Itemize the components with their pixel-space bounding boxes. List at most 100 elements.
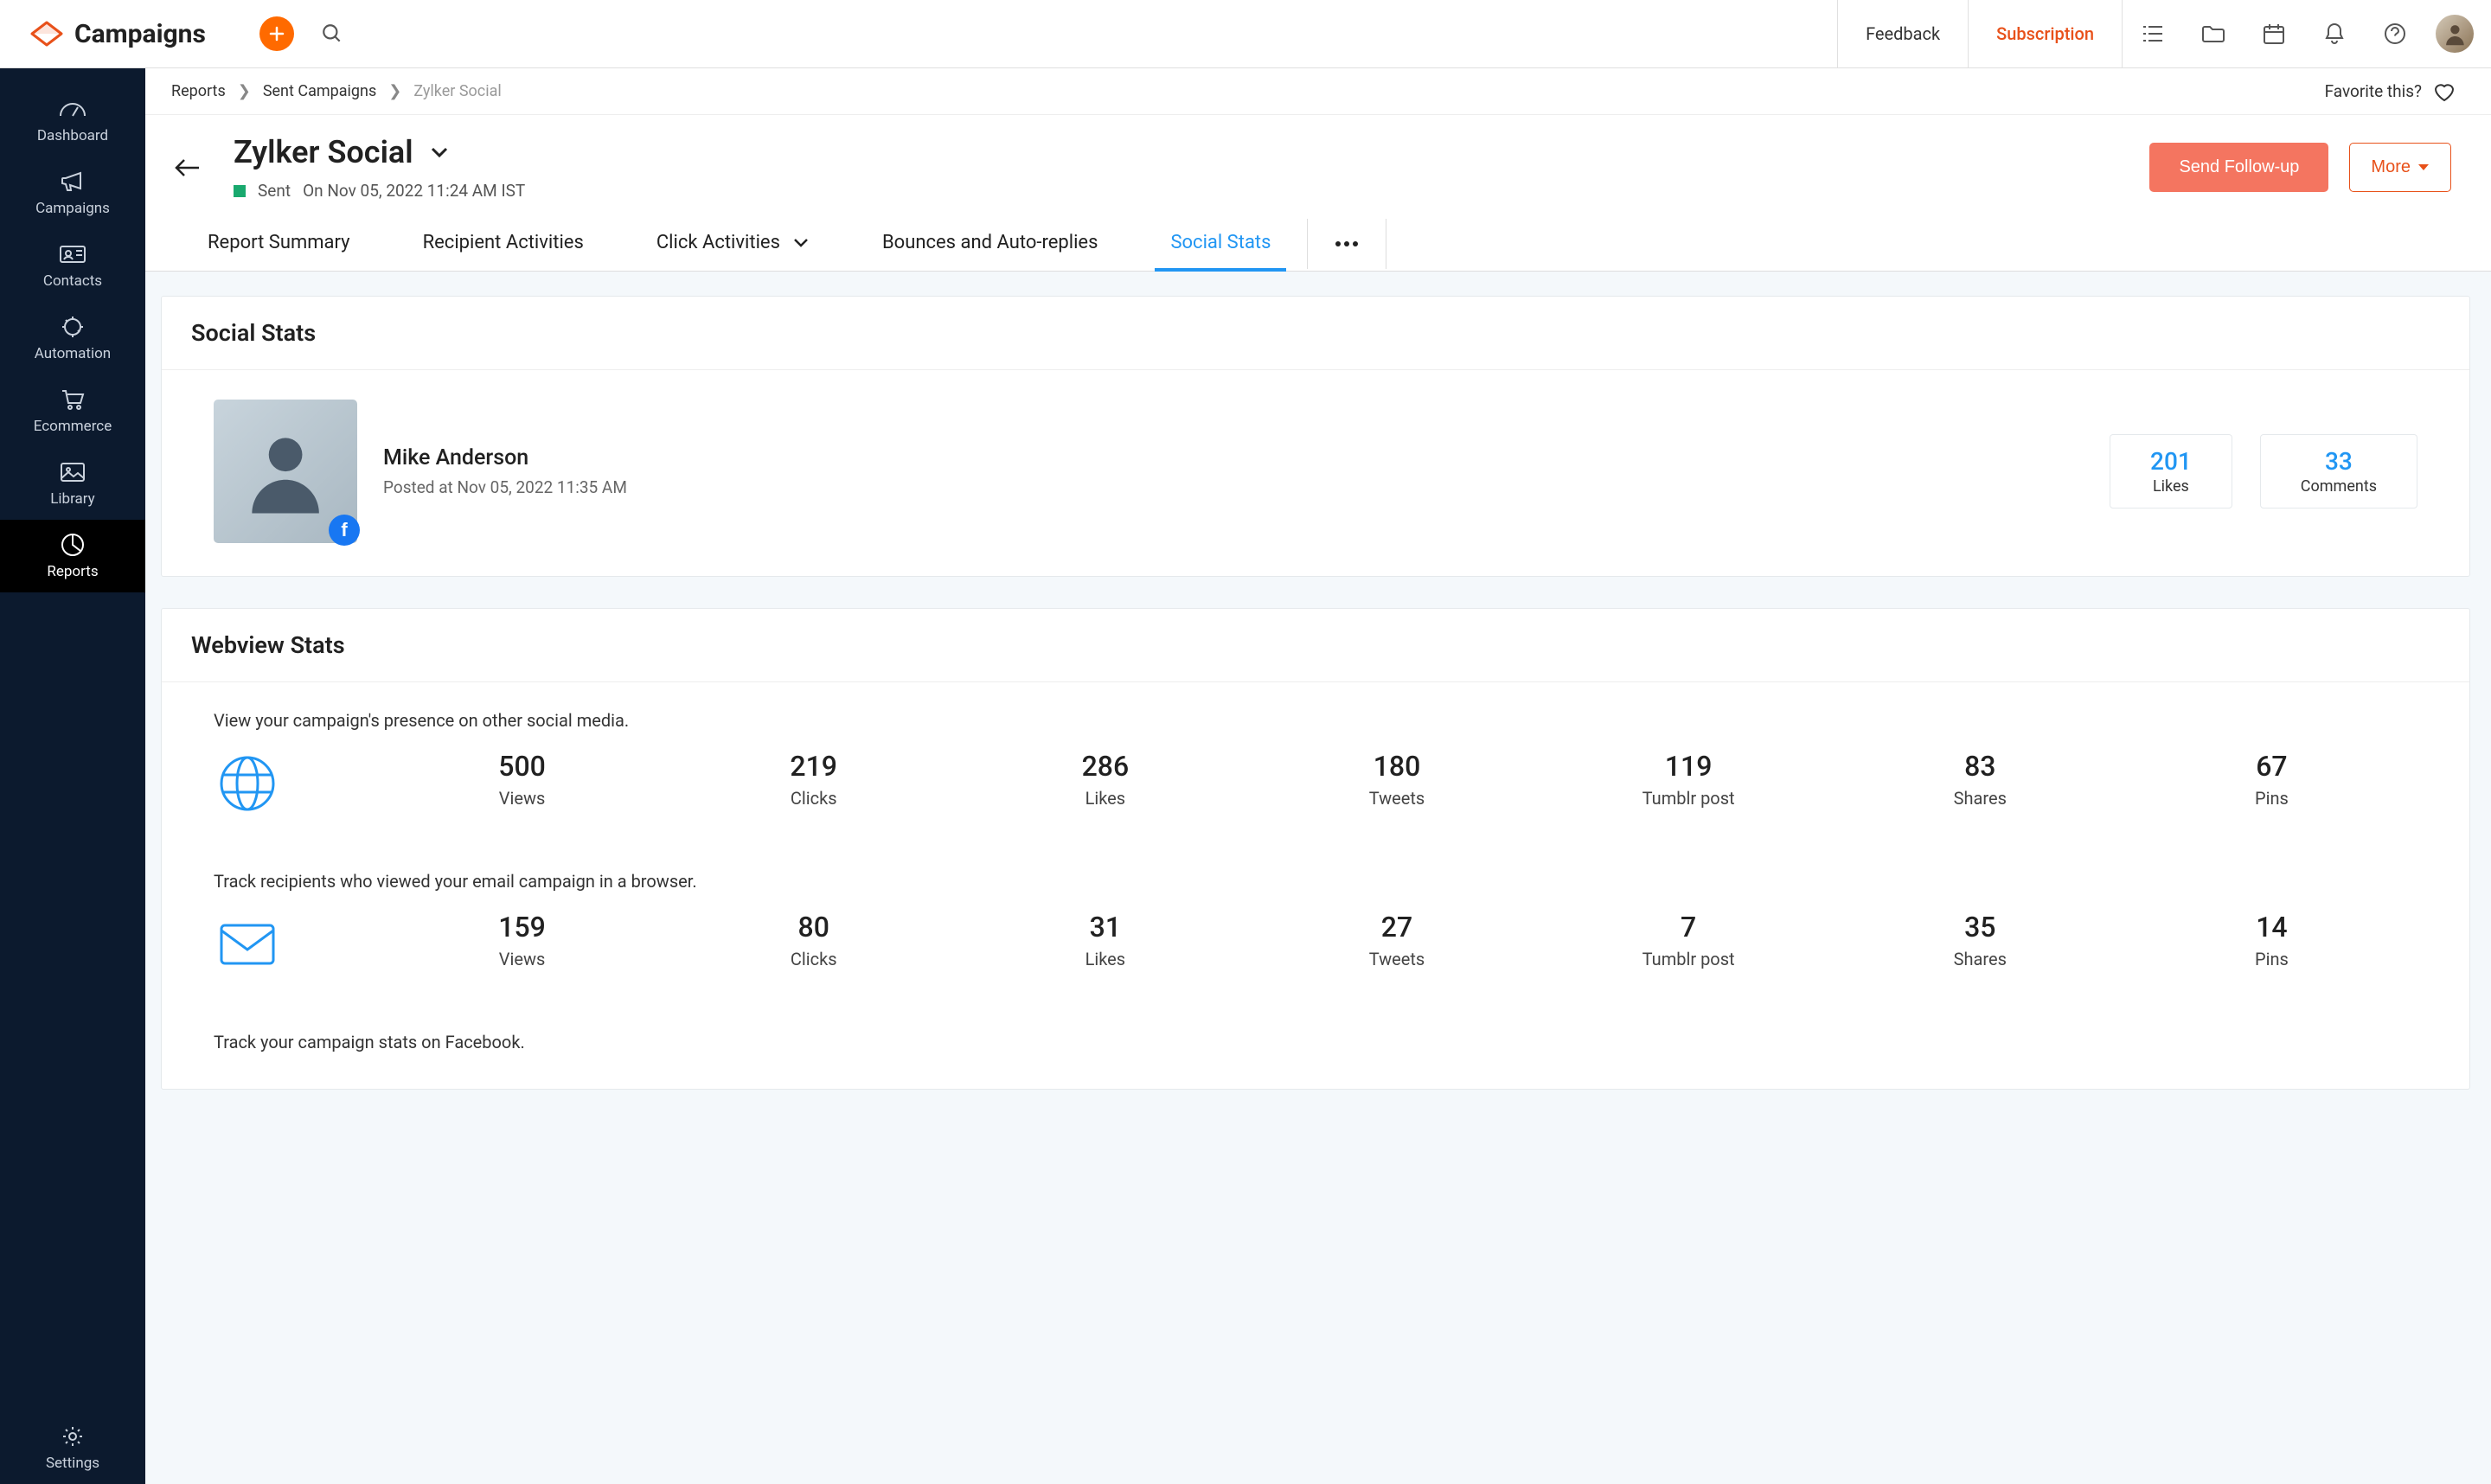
sent-time: On Nov 05, 2022 11:24 AM IST — [303, 181, 525, 201]
stat-value: 159 — [376, 911, 668, 943]
webview-row: 500Views219Clicks286Likes180Tweets119Tum… — [214, 750, 2417, 817]
favorite-label: Favorite this? — [2325, 81, 2422, 101]
webview-stats-card: Webview Stats View your campaign's prese… — [161, 608, 2470, 1090]
webview-row-desc: Track your campaign stats on Facebook. — [214, 1032, 2417, 1052]
stat-label: Pins — [2126, 949, 2417, 969]
webview-stat: 67 Pins — [2126, 750, 2417, 809]
back-button[interactable] — [166, 147, 208, 189]
stat-label: Pins — [2126, 788, 2417, 809]
heart-icon[interactable] — [2432, 80, 2456, 103]
tab-report-summary[interactable]: Report Summary — [171, 216, 387, 271]
sidebar-item-campaigns[interactable]: Campaigns — [0, 157, 145, 229]
sent-status-row: Sent On Nov 05, 2022 11:24 AM IST — [234, 181, 525, 201]
stat-label: Views — [376, 949, 668, 969]
sidebar-label: Reports — [47, 563, 98, 580]
tasks-icon[interactable] — [2123, 0, 2183, 67]
feedback-link[interactable]: Feedback — [1837, 0, 1968, 67]
sidebar-item-automation[interactable]: Automation — [0, 302, 145, 374]
chevron-right-icon: ❯ — [388, 82, 401, 100]
chevron-down-icon — [792, 238, 810, 248]
subscription-link[interactable]: Subscription — [1968, 0, 2122, 67]
help-icon[interactable] — [2365, 0, 2425, 67]
tab-recipient-activities[interactable]: Recipient Activities — [387, 216, 620, 271]
app-logo[interactable]: Campaigns — [29, 17, 206, 50]
caret-down-icon — [2417, 163, 2430, 172]
breadcrumb-reports[interactable]: Reports — [171, 82, 226, 100]
campaign-title: Zylker Social — [234, 134, 413, 170]
campaigns-logo-icon — [29, 17, 64, 50]
stat-value: 67 — [2126, 750, 2417, 783]
stat-value: 500 — [376, 750, 668, 783]
webview-stats-grid: 159Views80Clicks31Likes27Tweets7Tumblr p… — [376, 911, 2417, 969]
webview-stat: 119 Tumblr post — [1543, 750, 1835, 809]
send-followup-button[interactable]: Send Follow-up — [2149, 143, 2328, 192]
sidebar-item-contacts[interactable]: Contacts — [0, 229, 145, 302]
stat-value: 219 — [668, 750, 959, 783]
sidebar-item-dashboard[interactable]: Dashboard — [0, 84, 145, 157]
social-post-row: f Mike Anderson Posted at Nov 05, 2022 1… — [162, 370, 2469, 576]
calendar-icon[interactable] — [2244, 0, 2304, 67]
social-stats-title: Social Stats — [191, 319, 316, 347]
mail-icon — [214, 911, 281, 978]
chevron-down-icon[interactable] — [429, 145, 450, 159]
webview-row-desc: View your campaign's presence on other s… — [214, 710, 2417, 731]
stat-value: 119 — [1543, 750, 1835, 783]
comments-value: 33 — [2301, 447, 2377, 476]
campaign-header: Zylker Social Sent On Nov 05, 2022 11:24… — [145, 115, 2491, 216]
stat-value: 35 — [1835, 911, 2126, 943]
sidebar-item-ecommerce[interactable]: Ecommerce — [0, 374, 145, 447]
stat-value: 27 — [1251, 911, 1542, 943]
poster-avatar[interactable]: f — [214, 400, 357, 543]
sidebar-label: Settings — [46, 1455, 99, 1472]
stat-value: 14 — [2126, 911, 2417, 943]
sidebar-label: Campaigns — [35, 200, 110, 217]
stat-value: 31 — [959, 911, 1251, 943]
stat-value: 80 — [668, 911, 959, 943]
sidebar-item-library[interactable]: Library — [0, 447, 145, 520]
webview-stat: 7Tumblr post — [1543, 911, 1835, 969]
sidebar-label: Contacts — [43, 272, 102, 290]
gear-icon — [58, 1423, 87, 1449]
webview-stat: 83Shares — [1835, 750, 2126, 809]
posted-at: Posted at Nov 05, 2022 11:35 AM — [383, 477, 627, 497]
gauge-icon — [58, 96, 87, 122]
user-avatar[interactable] — [2436, 15, 2474, 53]
stat-value: 286 — [959, 750, 1251, 783]
cart-icon — [58, 387, 87, 413]
webview-stat: 286Likes — [959, 750, 1251, 809]
sidebar-item-settings[interactable]: Settings — [0, 1411, 145, 1484]
webview-stat: 31Likes — [959, 911, 1251, 969]
top-header-right: Feedback Subscription — [1837, 0, 2491, 67]
webview-stat: 180Tweets — [1251, 750, 1542, 809]
likes-value: 201 — [2150, 447, 2192, 476]
tab-click-activities[interactable]: Click Activities — [620, 216, 846, 271]
piechart-icon — [58, 532, 87, 558]
likes-stat-box[interactable]: 201 Likes — [2110, 434, 2232, 509]
bell-icon[interactable] — [2304, 0, 2365, 67]
stat-label: Tweets — [1251, 949, 1542, 969]
facebook-badge-icon: f — [329, 515, 360, 546]
stat-value: 180 — [1251, 750, 1542, 783]
more-button[interactable]: More — [2349, 143, 2451, 192]
more-label: More — [2371, 157, 2411, 177]
app-name: Campaigns — [74, 19, 206, 49]
webview-stats-grid: 500Views219Clicks286Likes180Tweets119Tum… — [376, 750, 2417, 809]
top-header-left: Campaigns — [0, 16, 349, 51]
stat-label: Tumblr post — [1543, 788, 1835, 809]
tab-social-stats[interactable]: Social Stats — [1134, 216, 1307, 271]
search-button[interactable] — [315, 16, 349, 51]
megaphone-icon — [58, 169, 87, 195]
tab-bounces[interactable]: Bounces and Auto-replies — [846, 216, 1134, 271]
tab-more-menu[interactable] — [1307, 219, 1386, 269]
sidebar-item-reports[interactable]: Reports — [0, 520, 145, 592]
main-column: Reports ❯ Sent Campaigns ❯ Zylker Social… — [145, 68, 2491, 1484]
webview-row-desc: Track recipients who viewed your email c… — [214, 871, 2417, 892]
breadcrumb-sent-campaigns[interactable]: Sent Campaigns — [263, 82, 376, 100]
poster-name: Mike Anderson — [383, 445, 627, 470]
stat-label: Views — [376, 788, 668, 809]
folder-icon[interactable] — [2183, 0, 2244, 67]
status-label: Sent — [258, 181, 291, 201]
comments-stat-box[interactable]: 33 Comments — [2260, 434, 2417, 509]
create-button[interactable] — [259, 16, 294, 51]
globe-icon — [214, 750, 281, 817]
